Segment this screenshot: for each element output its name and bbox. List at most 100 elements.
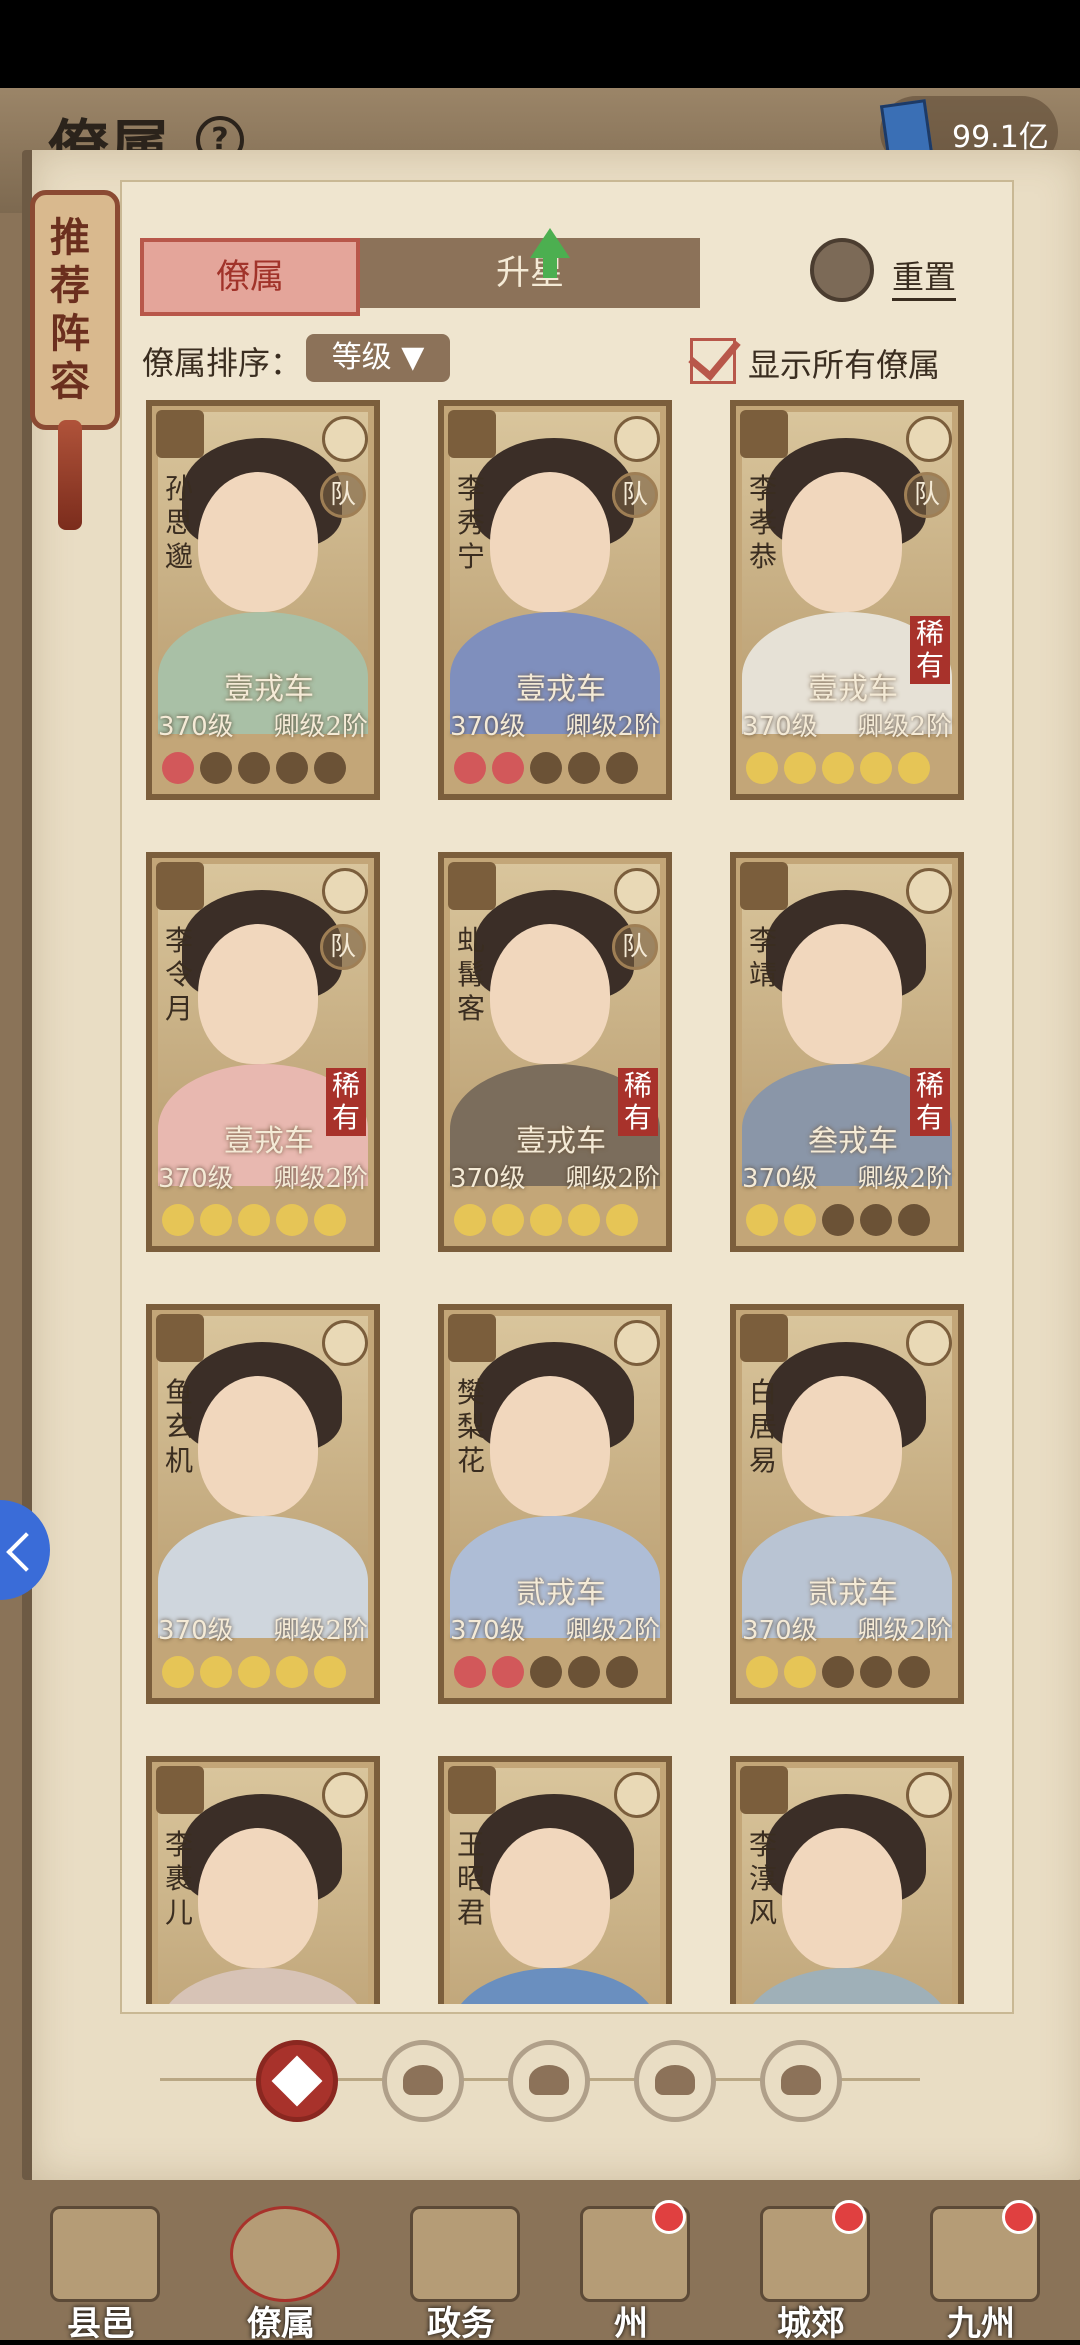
retainer-level: 370级: [450, 712, 526, 742]
portrait-face: [782, 472, 902, 612]
moon-star-icon: [568, 1204, 600, 1236]
faction-icon: [156, 1314, 204, 1362]
moon-star-icon: [162, 1656, 194, 1688]
retainer-card[interactable]: 王昭君: [438, 1756, 672, 2004]
moon-star-icon: [276, 1204, 308, 1236]
arrow-up-icon-stem: [543, 256, 557, 278]
class-icon: [906, 868, 952, 914]
retainer-card[interactable]: 虬髯客队稀有 壹戎车 370级 卿级2阶: [438, 852, 672, 1252]
class-icon: [906, 1772, 952, 1818]
moon-star-icon: [784, 752, 816, 784]
moon-star-icon: [162, 1204, 194, 1236]
filter-horse-icon[interactable]: [382, 2040, 464, 2122]
star-rating: [162, 1656, 372, 1692]
retainer-card[interactable]: 鱼玄机 370级 卿级2阶: [146, 1304, 380, 1704]
chariot-tier: 壹戎车: [516, 1124, 606, 1159]
chariot-tier: 壹戎车: [516, 672, 606, 707]
show-all-label[interactable]: 显示所有僚属: [748, 340, 940, 386]
nav-item-3[interactable]: 州: [556, 2200, 706, 2344]
moon-star-icon: [746, 1656, 778, 1688]
retainer-rank: 卿级2阶: [565, 712, 660, 742]
notification-dot: [1002, 2200, 1036, 2234]
star-rating: [746, 1204, 956, 1240]
moon-star-icon: [492, 1656, 524, 1688]
chariot-tier: 壹戎车: [224, 1124, 314, 1159]
portrait-robe: [742, 1968, 952, 2004]
retainer-card[interactable]: 李秀宁 队壹戎车 370级 卿级2阶: [438, 400, 672, 800]
tab-retainers[interactable]: 僚属: [140, 238, 360, 316]
retainer-name: 鱼玄机: [164, 1376, 193, 1477]
nav-item-5[interactable]: 九州: [906, 2200, 1056, 2344]
star-rating: [162, 1204, 372, 1240]
retainer-card[interactable]: 李令月队稀有 壹戎车 370级 卿级2阶: [146, 852, 380, 1252]
retainer-rank: 卿级2阶: [857, 1164, 952, 1194]
moon-star-icon: [568, 752, 600, 784]
portrait-face: [198, 1376, 318, 1516]
moon-star-icon: [492, 752, 524, 784]
moon-star-icon: [162, 752, 194, 784]
faction-icon: [156, 862, 204, 910]
retainer-rank: 卿级2阶: [273, 1164, 368, 1194]
retainer-card[interactable]: 李靖 稀有 叁戎车 370级 卿级2阶: [730, 852, 964, 1252]
filter-all-icon[interactable]: [256, 2040, 338, 2122]
moon-star-icon: [200, 1656, 232, 1688]
moon-star-icon: [314, 1204, 346, 1236]
moon-star-icon: [314, 752, 346, 784]
faction-icon: [448, 1766, 496, 1814]
arrow-up-icon: [530, 228, 570, 258]
retainer-rank: 卿级2阶: [857, 1616, 952, 1646]
filter-bar: [160, 2040, 920, 2122]
chariot-tier: 壹戎车: [808, 672, 898, 707]
sort-dropdown[interactable]: 等级 ▼: [306, 334, 450, 382]
retainer-level: 370级: [450, 1164, 526, 1194]
nav-item-2[interactable]: 政务: [386, 2200, 536, 2344]
moon-star-icon: [898, 752, 930, 784]
moon-star-icon: [822, 752, 854, 784]
retainer-card[interactable]: 李淳风稀: [730, 1756, 964, 2004]
retainer-name: 樊梨花: [456, 1376, 485, 1477]
moon-star-icon: [822, 1656, 854, 1688]
nav-item-0[interactable]: 县邑: [26, 2200, 176, 2344]
moon-star-icon: [238, 752, 270, 784]
retainer-card[interactable]: 樊梨花 贰戎车 370级 卿级2阶: [438, 1304, 672, 1704]
retainer-card[interactable]: 白居易 贰戎车 370级 卿级2阶: [730, 1304, 964, 1704]
tassel-ornament: [58, 420, 82, 530]
portrait-face: [198, 924, 318, 1064]
nav-icon: [410, 2206, 520, 2302]
class-icon: [614, 1772, 660, 1818]
portrait-face: [490, 924, 610, 1064]
nav-item-4[interactable]: 城郊: [736, 2200, 886, 2344]
moon-star-icon: [530, 752, 562, 784]
nav-icon: [50, 2206, 160, 2302]
moon-star-icon: [898, 1204, 930, 1236]
portrait-robe: [158, 1968, 368, 2004]
moon-star-icon: [200, 752, 232, 784]
retainer-card[interactable]: 李裹儿: [146, 1756, 380, 2004]
retainer-rank: 卿级2阶: [273, 1616, 368, 1646]
retainer-card[interactable]: 孙思邈 队壹戎车 370级 卿级2阶: [146, 400, 380, 800]
faction-icon: [448, 1314, 496, 1362]
chariot-tier: 叁戎车: [808, 1124, 898, 1159]
faction-icon: [448, 862, 496, 910]
reset-button[interactable]: 重置: [892, 252, 957, 301]
filter-fan-icon[interactable]: [634, 2040, 716, 2122]
nav-item-1[interactable]: 僚属: [206, 2200, 356, 2344]
reset-icon[interactable]: [810, 238, 874, 302]
retainer-card[interactable]: 李孝恭队稀有 壹戎车 370级 卿级2阶: [730, 400, 964, 800]
team-badge: 队: [612, 472, 658, 518]
faction-icon: [156, 1766, 204, 1814]
filter-cat-icon[interactable]: [508, 2040, 590, 2122]
star-rating: [746, 752, 956, 788]
class-icon: [322, 1772, 368, 1818]
tiger-icon: [781, 2065, 821, 2095]
filter-tiger-icon[interactable]: [760, 2040, 842, 2122]
portrait-face: [490, 472, 610, 612]
portrait-face: [198, 472, 318, 612]
moon-star-icon: [568, 1656, 600, 1688]
retainer-rank: 卿级2阶: [273, 712, 368, 742]
nav-icon: [230, 2206, 340, 2302]
cat-icon: [529, 2065, 569, 2095]
portrait-face: [782, 1828, 902, 1968]
retainer-level: 370级: [742, 712, 818, 742]
moon-star-icon: [822, 1204, 854, 1236]
